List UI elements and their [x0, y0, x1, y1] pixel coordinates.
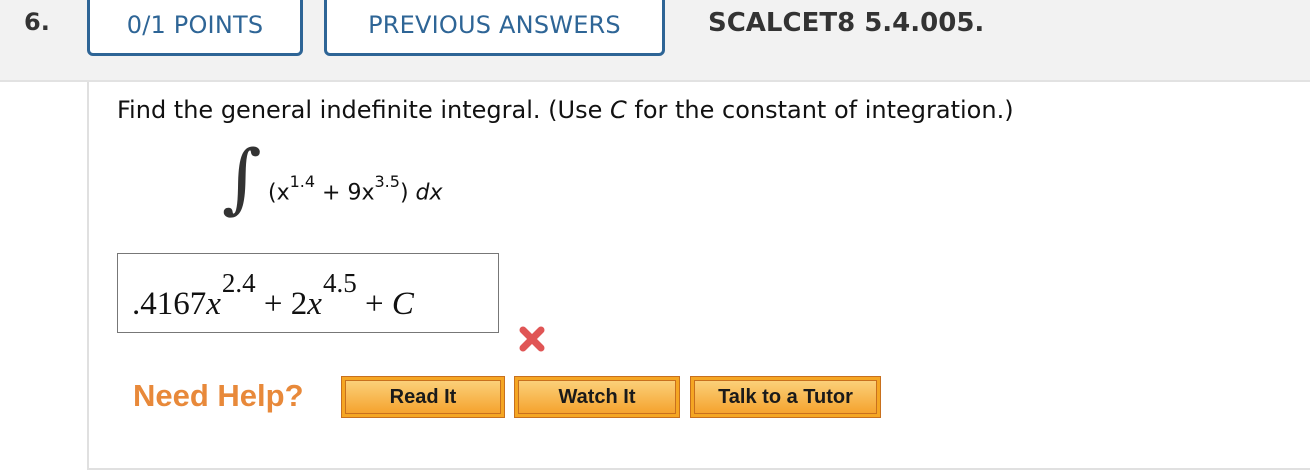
prompt-prefix: Find the general indefinite integral. (U…	[117, 96, 610, 124]
need-help-label: Need Help?	[133, 378, 304, 413]
answer-mid: + 2	[255, 286, 308, 322]
talk-to-tutor-label: Talk to a Tutor	[694, 380, 877, 414]
integrand: (x1.4 + 9x3.5) dx	[268, 172, 443, 206]
prompt-constant: C	[609, 96, 627, 124]
watch-it-label: Watch It	[518, 380, 676, 414]
prompt-suffix: for the constant of integration.)	[626, 96, 1014, 124]
read-it-label: Read It	[345, 380, 501, 414]
answer-exponent-1: 2.4	[221, 268, 256, 298]
question-header: 6. 0/1 POINTS PREVIOUS ANSWERS SCALCET8 …	[0, 0, 1310, 82]
answer-plus: +	[356, 286, 392, 322]
answer-exponent-2: 4.5	[322, 268, 357, 298]
integrand-open: (x	[268, 180, 290, 206]
integral-sign: ∫	[222, 133, 262, 222]
points-label: 0/1 POINTS	[126, 11, 264, 39]
talk-to-tutor-button[interactable]: Talk to a Tutor	[690, 376, 881, 418]
integrand-exponent-2: 3.5	[374, 172, 400, 191]
previous-answers-button[interactable]: PREVIOUS ANSWERS	[324, 0, 665, 56]
read-it-button[interactable]: Read It	[341, 376, 505, 418]
answer-constant: C	[391, 286, 414, 322]
watch-it-button[interactable]: Watch It	[514, 376, 680, 418]
points-box: 0/1 POINTS	[87, 0, 303, 56]
answer-var-2: x	[307, 286, 322, 322]
integrand-exponent-1: 1.4	[289, 172, 316, 191]
integrand-mid: + 9x	[315, 180, 375, 206]
wrong-x-icon	[519, 326, 545, 352]
answer-coefficient: .4167	[132, 286, 207, 322]
answer-var-1: x	[206, 286, 221, 322]
question-number: 6.	[24, 8, 50, 36]
previous-answers-label: PREVIOUS ANSWERS	[368, 11, 621, 39]
answer-expression: .4167x2.4 + 2x4.5 + C	[132, 270, 414, 322]
answer-input[interactable]: .4167x2.4 + 2x4.5 + C	[117, 253, 499, 333]
integrand-close: )	[399, 180, 416, 206]
integrand-dx: dx	[415, 180, 443, 206]
question-prompt: Find the general indefinite integral. (U…	[117, 96, 1014, 124]
question-id: SCALCET8 5.4.005.	[708, 8, 985, 38]
